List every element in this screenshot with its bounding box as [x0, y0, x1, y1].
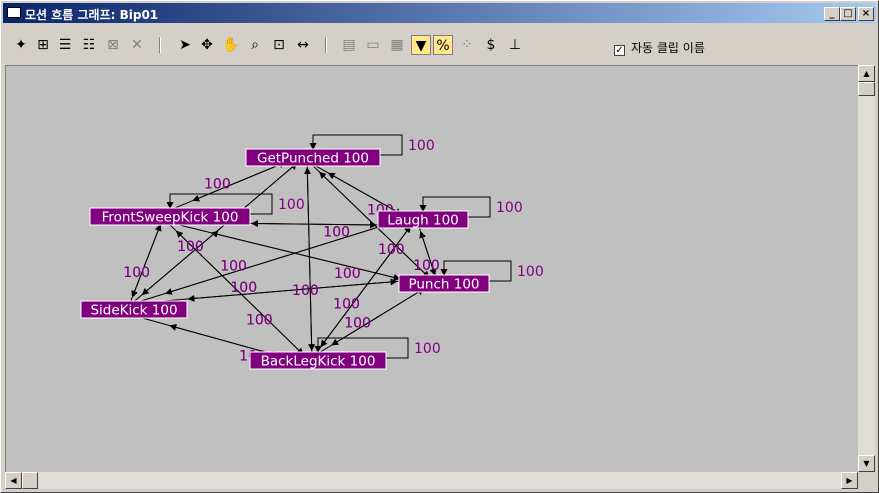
optimize-icon[interactable]: ⊠	[103, 35, 123, 55]
clip-node-label: SideKick 100	[90, 303, 177, 319]
transition-weight-label: 100	[333, 296, 360, 312]
pan-hand-icon[interactable]: ✋	[221, 35, 241, 55]
transition-weight-label: 100	[246, 313, 273, 329]
maximize-button[interactable]: □	[840, 7, 856, 21]
script-icon[interactable]: ⊥	[505, 35, 525, 55]
clip-node-punch[interactable]: Punch 100	[398, 274, 490, 293]
select-arrow-icon[interactable]: ➤	[175, 35, 195, 55]
zoom-icon[interactable]: ⌕	[245, 35, 265, 55]
vertical-scroll-thumb[interactable]	[858, 82, 875, 96]
clip-bar-icon[interactable]: ▭	[363, 35, 383, 55]
scroll-down-arrow-icon[interactable]: ▼	[858, 455, 875, 472]
create-clip-icon[interactable]: ✦	[11, 35, 31, 55]
clip-node-label: Laugh 100	[387, 213, 459, 229]
properties-icon[interactable]: ▦	[387, 35, 407, 55]
close-button[interactable]: ×	[858, 7, 874, 21]
clip-node-label: FrontSweepKick 100	[102, 210, 239, 226]
open-clip-icon[interactable]: ⊞	[33, 35, 53, 55]
motion-flow-graph[interactable]: 100 100 100 100 100 100 100 100 100 100 100 100 100 1…	[6, 66, 858, 472]
transition-weight-label: 100	[378, 242, 405, 258]
create-transition-icon[interactable]: ☰	[55, 35, 75, 55]
zoom-extents-icon[interactable]: ↔	[293, 35, 313, 55]
scroll-up-arrow-icon[interactable]: ▲	[858, 65, 875, 82]
transition-weight-label: 100	[344, 315, 371, 331]
transition-weight-label: 100	[408, 138, 435, 154]
minimize-button[interactable]: _	[824, 7, 840, 21]
window-icon	[7, 7, 21, 18]
random-icon[interactable]: ⁘	[457, 35, 477, 55]
transition-weight-label: 100	[177, 239, 204, 255]
scrollbar-corner	[858, 472, 875, 489]
transition-weight-label: 100	[204, 177, 231, 193]
transition-weight-label: 100	[517, 264, 544, 280]
zoom-region-icon[interactable]: ⊡	[269, 35, 289, 55]
transition-weight-label: 100	[334, 266, 361, 282]
auto-clip-name-checkbox[interactable]: ✓	[614, 45, 625, 56]
clip-node-backlegkick[interactable]: BackLegKick 100	[249, 351, 387, 370]
dollar-icon[interactable]: $	[481, 35, 501, 55]
toolbar: ✦ ⊞ ☰ ☷ ⊠ ✕ ➤ ✥ ✋ ⌕ ⊡ ↔ ▤ ▭ ▦ ▼% ⁘ $ ⊥	[3, 26, 876, 64]
auto-clip-name-option[interactable]: ✓ 자동 클립 이름	[614, 39, 705, 56]
horizontal-scroll-thumb[interactable]	[22, 472, 38, 489]
clip-node-label: BackLegKick 100	[261, 354, 376, 370]
transition-weight-label: 100	[220, 258, 247, 274]
select-random-start-icon[interactable]: ▼	[411, 35, 431, 55]
move-icon[interactable]: ✥	[197, 35, 217, 55]
toolbar-separator	[325, 37, 327, 53]
window-title: 모션 흐름 그래프: Bip01	[25, 8, 159, 22]
title-bar[interactable]: 모션 흐름 그래프: Bip01 _ □ ×	[3, 3, 876, 23]
clip-node-frontsweepkick[interactable]: FrontSweepKick 100	[89, 207, 251, 226]
auto-clip-name-label: 자동 클립 이름	[631, 41, 705, 55]
transition-weight-label: 100	[413, 258, 440, 274]
delete-icon[interactable]: ✕	[127, 35, 147, 55]
transition-weight-label: 100	[496, 200, 523, 216]
percent-icon[interactable]: %	[433, 35, 453, 55]
toolbar-separator	[159, 37, 161, 53]
motion-flow-graph-window: 모션 흐름 그래프: Bip01 _ □ × ✦ ⊞ ☰ ☷ ⊠ ✕ ➤ ✥ ✋ ⌕ ⊡ ↔ ▤ ▭ ▦ ▼%…	[0, 0, 879, 493]
add-transition-icon[interactable]: ☷	[79, 35, 99, 55]
transition-weight-label: 100	[323, 225, 350, 241]
scroll-right-arrow-icon[interactable]: ▶	[841, 472, 858, 489]
clip-node-laugh[interactable]: Laugh 100	[377, 210, 469, 229]
clip-node-sidekick[interactable]: SideKick 100	[80, 300, 188, 319]
vertical-scrollbar[interactable]: ▲ ▼	[858, 65, 875, 472]
clip-node-getpunched[interactable]: GetPunched 100	[245, 148, 381, 167]
transition-weight-label: 100	[414, 341, 441, 357]
transition-weight-label: 100	[123, 265, 150, 281]
transition-weight-label: 100	[230, 280, 257, 296]
horizontal-scrollbar[interactable]: ◀ ▶	[5, 472, 858, 489]
scroll-left-arrow-icon[interactable]: ◀	[5, 472, 22, 489]
clip-node-label: Punch 100	[408, 277, 479, 293]
transition-edge[interactable]	[303, 167, 313, 361]
graph-canvas[interactable]: 100 100 100 100 100 100 100 100 100 100 100 100 100 1…	[5, 65, 858, 472]
show-clip-icon[interactable]: ▤	[339, 35, 359, 55]
clip-node-label: GetPunched 100	[257, 151, 369, 167]
transition-weight-label: 100	[292, 283, 319, 299]
transition-weight-label: 100	[278, 197, 305, 213]
